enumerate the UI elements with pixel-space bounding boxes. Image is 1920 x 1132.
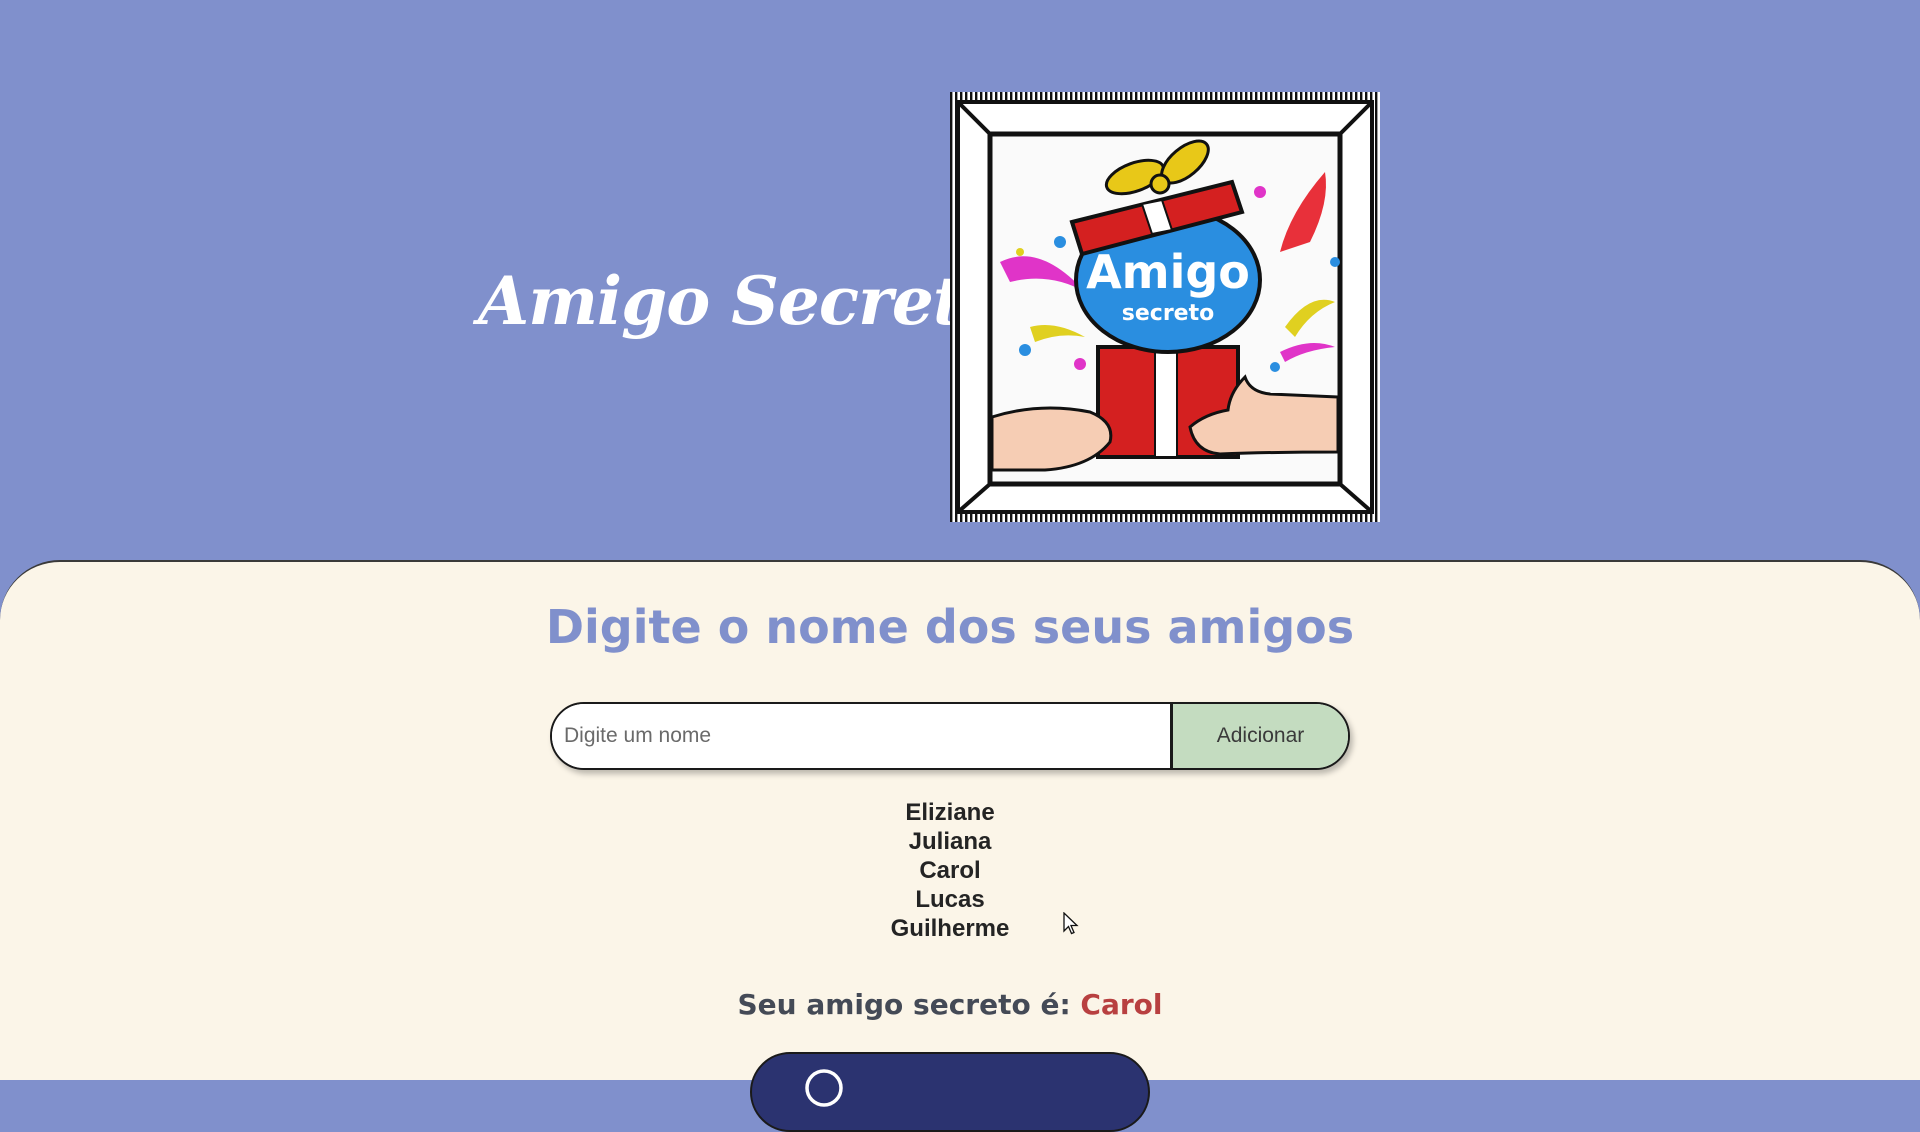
name-input[interactable]	[552, 704, 1170, 768]
mouse-cursor-icon	[1063, 912, 1079, 935]
play-circle-icon	[805, 1069, 843, 1107]
list-item: Carol	[919, 857, 981, 884]
result-text: Seu amigo secreto é: Carol	[0, 988, 1900, 1021]
header-banner: Amigo Secreto Amigo secreto	[0, 0, 1920, 600]
list-item: Juliana	[908, 828, 992, 855]
list-item: Lucas	[915, 886, 985, 913]
list-item: Eliziane	[905, 799, 995, 826]
logo-text-amigo: Amigo	[1086, 245, 1250, 299]
add-button[interactable]: Adicionar	[1170, 704, 1348, 768]
draw-button[interactable]	[750, 1052, 1150, 1132]
list-item: Guilherme	[890, 915, 1010, 942]
add-friend-form: Adicionar	[550, 702, 1350, 770]
gift-exchange-logo: Amigo secreto	[950, 92, 1380, 522]
logo-text-secreto: secreto	[1122, 301, 1214, 326]
app-title: Amigo Secreto	[478, 262, 1006, 340]
result-label: Seu amigo secreto é:	[737, 988, 1071, 1021]
result-name: Carol	[1080, 988, 1163, 1021]
friends-list: Eliziane Juliana Carol Lucas Guilherme	[0, 798, 1900, 943]
section-heading: Digite o nome dos seus amigos	[545, 600, 1355, 654]
